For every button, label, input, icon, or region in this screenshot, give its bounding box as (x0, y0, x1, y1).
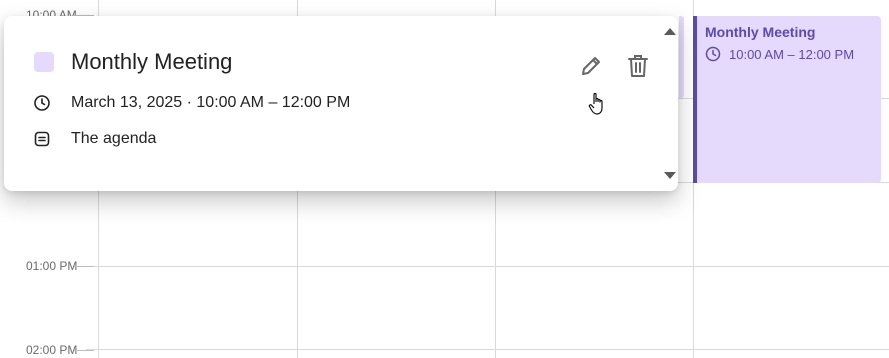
edit-button[interactable] (576, 51, 606, 81)
time-label-2pm: 02:00 PM (8, 343, 94, 357)
notes-icon (32, 129, 52, 149)
scroll-down-arrow[interactable] (664, 172, 676, 179)
hand-cursor-icon (588, 92, 603, 115)
time-label-1pm: 01:00 PM (8, 259, 94, 273)
clock-icon (32, 93, 52, 113)
scroll-up-arrow[interactable] (664, 28, 676, 35)
event-description: The agenda (71, 130, 157, 147)
description-row: The agenda (32, 129, 156, 149)
trash-icon (628, 55, 648, 77)
pencil-icon (582, 57, 600, 75)
event-color-swatch (34, 52, 54, 72)
event-datetime: March 13, 2025 · 10:00 AM – 12:00 PM (71, 94, 351, 111)
event-block[interactable]: Monthly Meeting 10:00 AM – 12:00 PM (693, 16, 881, 183)
event-details-popover: Monthly Meeting March 13, 2025 · 10:00 A… (4, 16, 678, 191)
datetime-row: March 13, 2025 · 10:00 AM – 12:00 PM (32, 93, 350, 113)
clock-icon (705, 46, 721, 62)
event-title: Monthly Meeting (705, 24, 816, 40)
delete-button[interactable] (623, 51, 653, 81)
event-time-row: 10:00 AM – 12:00 PM (705, 46, 873, 62)
hour-divider (86, 349, 889, 350)
event-time: 10:00 AM – 12:00 PM (729, 46, 855, 62)
popover-title: Monthly Meeting (71, 49, 233, 74)
hour-divider (86, 266, 889, 267)
event-block-partial[interactable] (679, 16, 684, 98)
